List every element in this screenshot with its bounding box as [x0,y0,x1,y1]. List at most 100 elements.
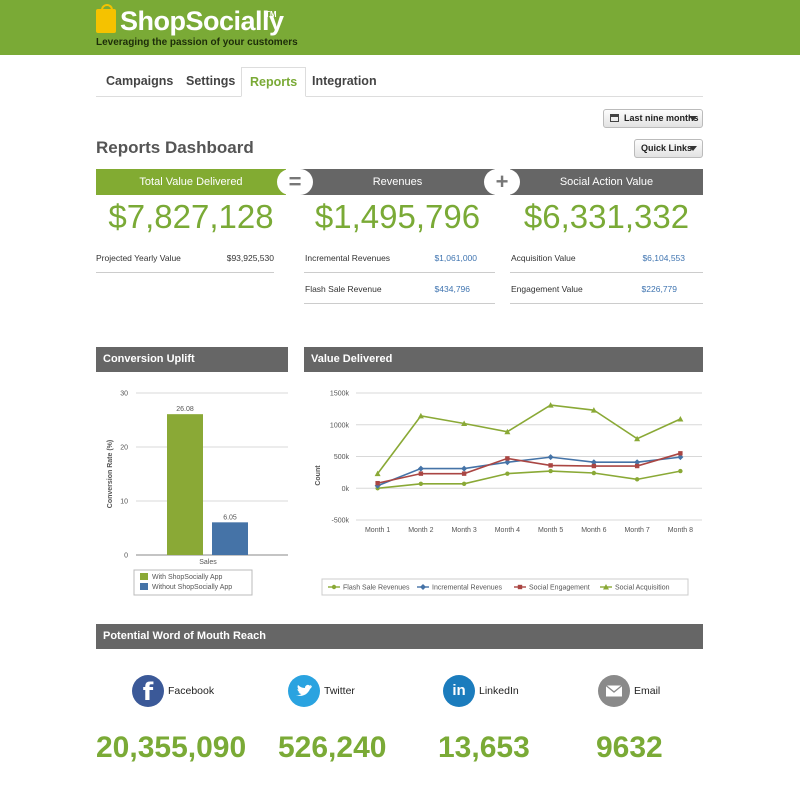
data-point [331,584,337,590]
projected-yearly-value: $93,925,530 [226,253,274,263]
tab-integration[interactable]: Integration [304,67,385,97]
x-tick-label: Month 8 [668,527,693,534]
bar [212,522,248,555]
x-tick-label: Month 6 [581,527,606,534]
legend-label: Flash Sale Revenues [343,585,410,592]
email-icon[interactable] [598,675,630,707]
x-tick-label: Month 4 [495,527,520,534]
data-point [548,468,553,474]
email-reach-value: 9632 [596,731,663,764]
y-axis-title: Count [315,465,322,486]
shopping-bag-logo-icon [96,4,116,33]
quick-links-label: Quick Links [641,143,693,153]
data-point [547,454,554,461]
linkedin-label: LinkedIn [479,685,519,697]
y-tick-label: 30 [120,391,128,398]
y-tick-label: 1000k [330,422,350,429]
incremental-revenues-label: Incremental Revenues [305,253,391,263]
bar-data-label: 26.08 [176,406,194,413]
facebook-reach-value: 20,355,090 [96,731,247,764]
acquisition-value-label: Acquisition Value [511,253,576,263]
acquisition-value: $6,104,553 [642,253,685,263]
divider [304,272,495,273]
email-label: Email [634,685,661,697]
conversion-uplift-header: Conversion Uplift [96,347,288,372]
data-point [591,470,597,476]
facebook-icon[interactable]: f [132,675,164,707]
y-tick-label: 500k [334,454,350,461]
tagline: Leveraging the passion of your customers [96,37,298,48]
engagement-value-label: Engagement Value [511,284,583,294]
data-point [418,481,424,487]
bar-data-label: 6.05 [223,514,237,521]
linkedin-icon[interactable]: in [443,675,475,707]
quick-links-dropdown[interactable]: Quick Links [634,139,703,158]
data-point [505,456,510,461]
data-point [591,463,597,469]
data-point [417,465,424,472]
date-range-dropdown[interactable]: Last nine months [603,109,703,128]
twitter-icon[interactable] [288,675,320,707]
y-tick-label: 0k [342,486,350,493]
divider [510,272,703,273]
total-value-header: Total Value Delivered [96,169,286,195]
divider [304,303,495,304]
x-tick-label: Month 5 [538,527,563,534]
engagement-value: $226,779 [641,284,677,294]
divider [96,272,274,273]
data-point [461,471,467,476]
y-tick-label: -500k [331,518,349,525]
y-tick-label: 20 [120,445,128,452]
x-tick-label: Sales [199,559,217,566]
x-tick-label: Month 3 [451,527,476,534]
date-range-label: Last nine months [624,113,699,123]
data-point [375,480,380,486]
tab-campaigns[interactable]: Campaigns [98,67,181,97]
data-point [418,471,424,476]
data-point [517,584,523,590]
value-line-chart: -500k 0k 500k 1000k 1500k Count Month 1 Month 2… [315,391,702,596]
reach-header: Potential Word of Mouth Reach [96,624,703,649]
nav-tabs: Campaigns Settings Reports Integration [96,67,703,97]
flash-sale-value: $434,796 [434,284,470,294]
data-point [505,471,510,476]
value-delivered-header: Value Delivered [304,347,703,372]
tab-reports[interactable]: Reports [241,67,307,97]
legend-label: Without ShopSocially App [152,584,232,591]
data-point [678,468,683,474]
legend-label: Social Acquisition [615,585,670,592]
chevron-down-icon [689,116,697,121]
total-value-amount: $7,827,128 [108,198,274,235]
data-point [461,481,467,487]
x-tick-label: Month 7 [624,527,649,534]
trademark: TM [265,10,277,19]
flash-sale-label: Flash Sale Revenue [305,284,382,294]
calendar-icon [610,114,619,122]
legend-label: Incremental Revenues [432,585,503,592]
data-point [677,416,684,422]
incremental-revenues-value: $1,061,000 [434,253,477,263]
data-point [634,477,640,482]
twitter-label: Twitter [324,685,355,697]
divider [510,303,703,304]
x-tick-label: Month 2 [408,527,433,534]
top-banner: ShopSocially TM Leveraging the passion o… [0,0,800,55]
series-line [376,404,681,475]
logo-text[interactable]: ShopSocially [120,6,284,37]
revenues-header: Revenues [300,169,495,195]
x-tick-label: Month 1 [365,527,390,534]
legend-swatch [140,583,148,590]
tab-settings[interactable]: Settings [178,67,243,97]
data-point [634,463,640,469]
twitter-reach-value: 526,240 [278,731,387,764]
social-action-header: Social Action Value [510,169,703,195]
y-tick-label: 1500k [330,391,350,398]
facebook-label: Facebook [168,685,215,697]
social-action-amount: $6,331,332 [523,198,690,235]
legend-label: Social Engagement [529,585,590,592]
y-tick-label: 10 [120,499,128,506]
equals-sign: = [277,169,313,195]
y-axis-title: Conversion Rate (%) [107,440,114,508]
plus-sign: + [484,169,520,195]
data-point [678,451,683,456]
